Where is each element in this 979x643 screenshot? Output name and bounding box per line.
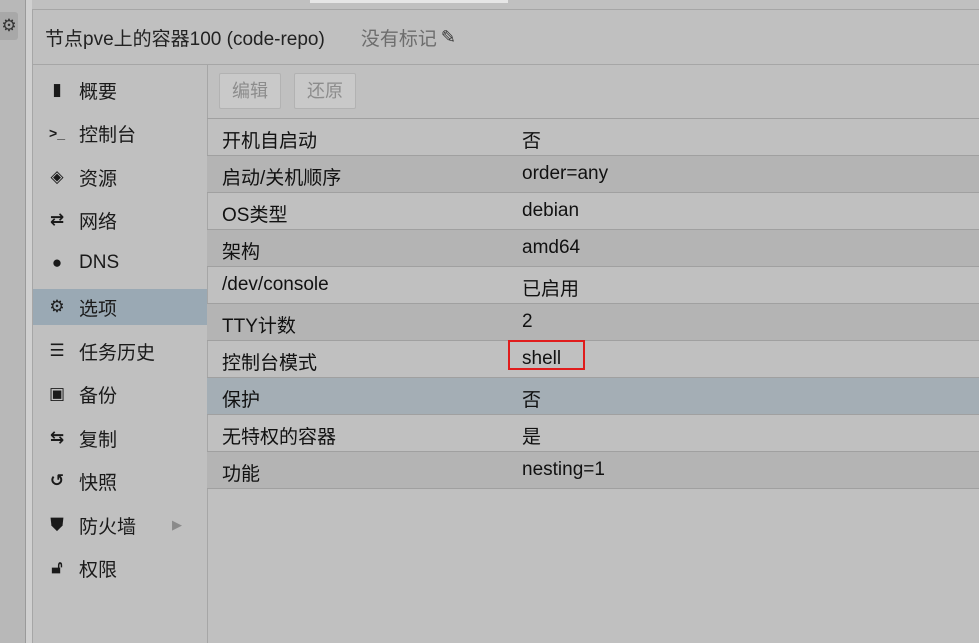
sidebar-item-label: 备份 [79,385,118,407]
row-value: 否 [522,131,542,152]
sidebar-item-label: 防火墙 [79,516,137,538]
sidebar-item-console[interactable]: >_ 控制台 [33,115,207,151]
options-panel: 编辑 还原 开机自启动 否 启动/关机顺序 order=any OS类型 deb… [207,64,979,643]
page-title: 节点pve上的容器100 (code-repo) [45,28,325,50]
sidebar-item-label: 概要 [79,81,118,103]
table-row[interactable]: OS类型 debian [207,193,979,230]
sidebar-item-label: 复制 [79,429,118,451]
exchange-icon: ⇄ [49,210,65,229]
sidebar-item-label: 任务历史 [79,342,156,364]
row-value: 否 [522,390,542,411]
list-icon: ☰ [49,341,65,360]
highlight-box [508,340,585,370]
sidebar-item-options[interactable]: ⚙ 选项 [33,289,207,325]
row-key: 保护 [222,390,261,411]
table-row[interactable]: 功能 nesting=1 [207,452,979,489]
chevron-right-icon[interactable]: ▶ [172,517,182,533]
row-value: 2 [522,311,533,332]
sidebar-item-label: DNS [79,252,120,273]
sidebar-item-backup[interactable]: ▣ 备份 [33,376,207,412]
pencil-icon[interactable]: ✎ [441,27,456,48]
sidebar-item-label: 权限 [79,559,118,581]
row-key: 启动/关机顺序 [222,168,342,189]
gear-icon[interactable]: ⚙ [0,12,18,40]
sidebar-item-label: 资源 [79,168,118,190]
floppy-icon: ▣ [48,384,66,403]
row-value: order=any [522,163,609,184]
sidebar-item-network[interactable]: ⇄ 网络 [33,202,207,238]
sidebar-item-label: 快照 [79,472,118,494]
retweet-icon: ⇆ [49,428,65,447]
sidebar-item-snapshots[interactable]: ↺ 快照 [33,463,207,499]
sidebar-item-replication[interactable]: ⇆ 复制 [33,420,207,456]
sidebar-item-summary[interactable]: ▮ 概要 [33,72,207,108]
sidebar-item-label: 控制台 [79,124,137,146]
table-row[interactable]: TTY计数 2 [207,304,979,341]
cube-icon: ◈ [50,167,64,186]
table-row[interactable]: 开机自启动 否 [207,119,979,156]
sidebar-item-resources[interactable]: ◈ 资源 [33,159,207,195]
sidebar-item-dns[interactable]: ● DNS [33,245,207,281]
row-value: nesting=1 [522,459,605,480]
row-key: 无特权的容器 [222,427,337,448]
table-row[interactable]: 控制台模式 shell [207,340,979,378]
sidebar-item-permissions[interactable]: 🔓︎ 权限 [33,550,207,586]
row-key: 控制台模式 [222,353,318,374]
row-key: OS类型 [222,205,288,226]
panel-header: 节点pve上的容器100 (code-repo) 没有标记 ✎ [32,9,979,65]
sidebar-item-label: 选项 [79,298,118,320]
edit-button[interactable]: 编辑 [219,73,281,109]
table-row[interactable]: /dev/console 已启用 [207,267,979,304]
book-icon: ▮ [52,80,62,99]
globe-icon: ● [51,253,63,272]
toolbar: 编辑 还原 [207,64,979,118]
terminal-icon: >_ [49,125,65,141]
top-strip [310,0,508,3]
sidebar-item-firewall[interactable]: ⛊ 防火墙 ▶ [33,507,207,543]
left-rail: ⚙ [0,0,26,643]
unlock-icon: 🔓︎ [51,558,63,577]
revert-button[interactable]: 还原 [294,73,356,109]
history-icon: ↺ [49,471,65,490]
row-key: 功能 [222,464,261,485]
sidebar-nav: ▮ 概要 >_ 控制台 ◈ 资源 ⇄ 网络 ● DNS ⚙ 选项 ☰ 任务历史 … [32,64,208,643]
options-grid: 开机自启动 否 启动/关机顺序 order=any OS类型 debian 架构… [207,118,979,489]
row-key: 架构 [222,242,261,263]
row-key: /dev/console [222,274,329,295]
row-key: 开机自启动 [222,131,318,152]
row-value: amd64 [522,237,581,258]
tags-label: 没有标记 [360,28,437,50]
row-value: 是 [522,427,542,448]
table-row[interactable]: 保护 否 [207,378,979,415]
sidebar-item-label: 网络 [79,211,118,233]
row-value: debian [522,200,580,221]
table-row[interactable]: 启动/关机顺序 order=any [207,156,979,193]
table-row[interactable]: 无特权的容器 是 [207,415,979,452]
sidebar-item-task-history[interactable]: ☰ 任务历史 [33,333,207,369]
shield-icon: ⛊ [50,515,64,534]
row-value: 已启用 [522,279,580,300]
tags-editor[interactable]: 没有标记 ✎ [361,24,456,51]
row-key: TTY计数 [222,316,296,337]
gear-icon: ⚙ [49,297,65,316]
table-row[interactable]: 架构 amd64 [207,230,979,267]
